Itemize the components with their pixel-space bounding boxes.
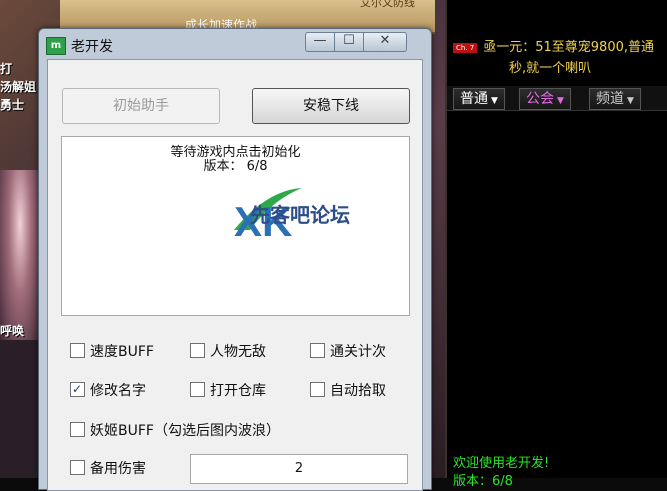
banner-location-text: 艾尔文防线 — [360, 0, 415, 9]
option-fairy-buff[interactable]: 妖姬BUFF（勾选后图内波浪） — [70, 422, 280, 440]
window-client-area: 初始助手 安稳下线 等待游戏内点击初始化 版本： 6/8 速度BUFF 人物无敌… — [47, 59, 423, 491]
option-label: 通关计次 — [330, 344, 386, 360]
checkbox-icon[interactable] — [310, 382, 325, 397]
left-label: 呼唤 — [0, 324, 25, 338]
close-button[interactable]: ✕ — [363, 32, 407, 52]
left-dark-panel — [0, 340, 40, 478]
option-label: 人物无敌 — [210, 344, 266, 360]
option-label: 修改名字 — [90, 383, 146, 399]
option-open-storage[interactable]: 打开仓库 — [190, 382, 266, 400]
chat-tab-label: 频道 — [596, 91, 624, 107]
init-assistant-button[interactable]: 初始助手 — [62, 88, 220, 124]
minimize-button[interactable]: — — [305, 32, 335, 52]
checkbox-icon[interactable] — [310, 343, 325, 358]
chat-version-message: 版本：6/8 — [453, 474, 513, 489]
app-window: m 老开发 — ☐ ✕ 初始助手 安稳下线 等待游戏内点击初始化 版本： 6/8… — [38, 28, 432, 491]
version-text: 版本： 6/8 — [203, 159, 268, 174]
left-label: 勇士 — [0, 98, 25, 112]
maximize-button[interactable]: ☐ — [334, 32, 364, 52]
option-label: 自动拾取 — [330, 383, 386, 399]
option-rename[interactable]: 修改名字 — [70, 380, 146, 400]
option-label: 速度BUFF — [90, 344, 154, 360]
window-title: 老开发 — [71, 39, 113, 55]
chat-tab-channel[interactable]: 频道 ▼ — [589, 88, 641, 110]
title-bar[interactable]: m 老开发 — ☐ ✕ — [39, 29, 431, 59]
option-label: 妖姬BUFF（勾选后图内波浪） — [90, 423, 280, 439]
option-clear-counter[interactable]: 通关计次 — [310, 343, 386, 361]
checkbox-icon[interactable] — [70, 343, 85, 358]
option-invincible[interactable]: 人物无敌 — [190, 343, 266, 361]
chat-message: Ch. 7 亟一元：51至尊宠9800,普通 — [453, 36, 654, 55]
chat-tab-normal[interactable]: 普通 ▼ — [453, 88, 505, 110]
left-label: 汤解姐 — [0, 80, 37, 94]
damage-value-input[interactable]: 2 — [190, 454, 408, 484]
chat-welcome-message: 欢迎使用老开发! — [453, 456, 550, 471]
checkbox-icon[interactable] — [190, 382, 205, 397]
app-icon: m — [46, 37, 66, 55]
checkbox-icon[interactable] — [190, 343, 205, 358]
chat-tab-bar: 普通 ▼ 公会 ▼ 频道 ▼ — [447, 86, 667, 111]
checkbox-checked-icon[interactable] — [70, 380, 85, 398]
option-backup-damage[interactable]: 备用伤害 — [70, 460, 146, 478]
left-side-labels: 打 汤解姐 勇士 — [0, 60, 42, 114]
caret-down-icon: ▼ — [627, 96, 634, 106]
option-speed-buff[interactable]: 速度BUFF — [70, 343, 154, 361]
option-label: 备用伤害 — [90, 461, 146, 477]
chat-tab-label: 公会 — [526, 91, 554, 107]
channel-badge: Ch. 7 — [453, 42, 478, 53]
chat-panel: Ch. 7 亟一元：51至尊宠9800,普通 秒,就一个喇叭 普通 ▼ 公会 ▼ 频道… — [445, 0, 667, 489]
option-auto-pickup[interactable]: 自动拾取 — [310, 382, 386, 400]
safe-logout-button[interactable]: 安稳下线 — [252, 88, 410, 124]
watermark-text: 先客吧论坛 — [250, 203, 350, 227]
left-label: 打 — [0, 62, 13, 76]
checkbox-icon[interactable] — [70, 460, 85, 475]
caret-down-icon: ▼ — [491, 96, 498, 106]
chat-tab-label: 普通 — [460, 91, 488, 107]
option-label: 打开仓库 — [210, 383, 266, 399]
chat-message-continuation: 秒,就一个喇叭 — [509, 61, 592, 76]
chat-tab-guild[interactable]: 公会 ▼ — [519, 88, 571, 110]
checkbox-icon[interactable] — [70, 422, 85, 437]
chat-message-text: 亟一元：51至尊宠9800,普通 — [483, 40, 654, 55]
caret-down-icon: ▼ — [557, 96, 564, 106]
